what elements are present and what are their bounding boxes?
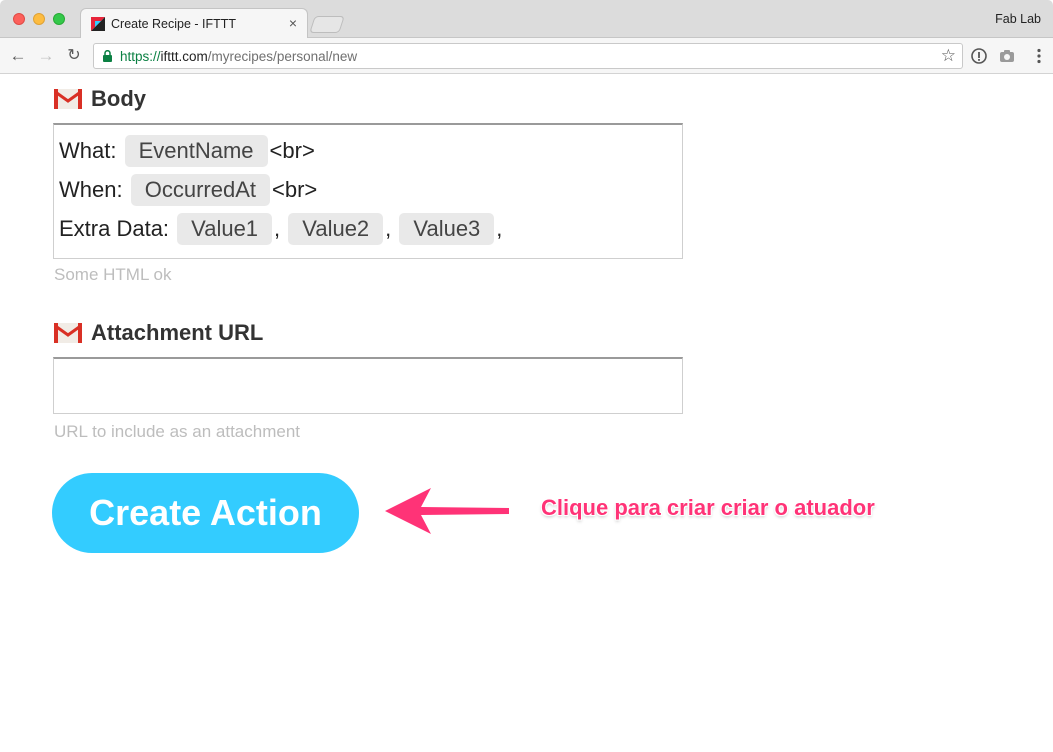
body-line-extra-data: Extra Data: Value1 , Value2 , Value3 , — [59, 212, 502, 246]
ingredient-eventname[interactable]: EventName — [124, 135, 268, 167]
bookmark-star-icon[interactable]: ☆ — [941, 46, 956, 66]
body-textarea[interactable]: What: EventName <br> When: OccurredAt <b… — [53, 123, 683, 259]
back-arrow-icon[interactable]: ← — [7, 45, 29, 67]
url-path: /myrecipes/personal/new — [207, 49, 358, 64]
body-line-when: When: OccurredAt <br> — [59, 173, 317, 207]
gmail-icon — [54, 89, 82, 109]
ingredient-occurredat[interactable]: OccurredAt — [130, 174, 270, 206]
body-field-label: Body — [54, 86, 146, 112]
url-scheme: https:// — [120, 49, 161, 64]
annotation-arrow-icon — [385, 488, 509, 534]
ingredient-value1[interactable]: Value1 — [177, 213, 273, 245]
tab-close-icon[interactable]: × — [289, 15, 297, 31]
browser-window: Create Recipe - IFTTT × Fab Lab ← → ↻ ht… — [0, 0, 1053, 752]
url-text: https://ifttt.com/myrecipes/personal/new — [120, 49, 357, 64]
extension-info-icon[interactable] — [970, 47, 988, 65]
page-content: Body What: EventName <br> When: Occurred… — [0, 75, 1053, 752]
body-helper-text: Some HTML ok — [54, 265, 172, 284]
line-prefix: Extra Data: — [59, 216, 170, 241]
ingredient-value2[interactable]: Value2 — [288, 213, 384, 245]
forward-arrow-icon[interactable]: → — [35, 45, 57, 67]
reload-icon[interactable]: ↻ — [63, 45, 85, 67]
gmail-icon — [54, 323, 82, 343]
attachment-url-input[interactable] — [53, 357, 683, 414]
line-prefix: When: — [59, 177, 123, 202]
tab-strip: Create Recipe - IFTTT × Fab Lab — [0, 0, 1053, 39]
address-bar[interactable]: https://ifttt.com/myrecipes/personal/new… — [93, 43, 963, 69]
attachment-label-text: Attachment URL — [91, 320, 264, 345]
profile-name[interactable]: Fab Lab — [995, 12, 1041, 26]
tab-title: Create Recipe - IFTTT — [111, 17, 237, 31]
attachment-helper-text: URL to include as an attachment — [54, 422, 301, 441]
body-label-text: Body — [91, 86, 146, 111]
new-tab-button[interactable] — [309, 16, 345, 33]
ingredient-value3[interactable]: Value3 — [399, 213, 495, 245]
attachment-field-label: Attachment URL — [54, 320, 263, 346]
line-prefix: What: — [59, 138, 117, 163]
line-suffix: <br> — [271, 177, 318, 202]
create-action-button[interactable]: Create Action — [52, 473, 359, 553]
separator: , — [385, 216, 392, 241]
tab-active[interactable]: Create Recipe - IFTTT × — [80, 8, 308, 39]
browser-toolbar: ← → ↻ https://ifttt.com/myrecipes/person… — [0, 38, 1053, 74]
extension-camera-icon[interactable] — [998, 47, 1016, 65]
minimize-window-button[interactable] — [33, 13, 45, 25]
ifttt-favicon-icon — [91, 17, 105, 31]
line-suffix: , — [496, 216, 503, 241]
line-suffix: <br> — [269, 138, 315, 163]
separator: , — [274, 216, 281, 241]
url-host: ifttt.com — [160, 49, 208, 64]
annotation-text: Clique para criar criar o atuador — [541, 495, 875, 520]
lock-icon — [103, 50, 112, 62]
body-line-what: What: EventName <br> — [59, 134, 315, 168]
close-window-button[interactable] — [13, 13, 25, 25]
maximize-window-button[interactable] — [53, 13, 65, 25]
browser-menu-icon[interactable] — [1030, 47, 1048, 65]
